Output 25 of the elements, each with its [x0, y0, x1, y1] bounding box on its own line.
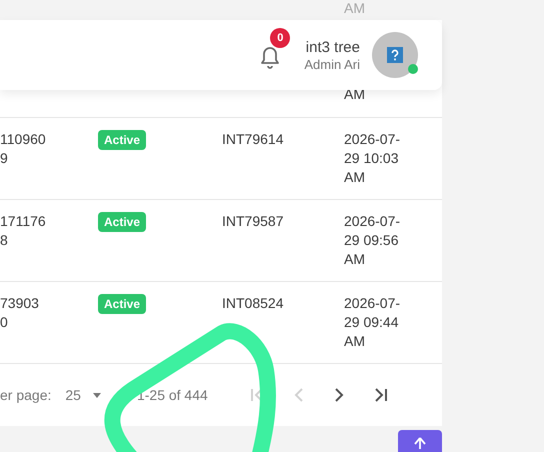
caret-icon	[92, 392, 101, 398]
table-cell: 110960 9	[0, 131, 46, 166]
time-text: AM	[344, 1, 365, 15]
rows-per-page-select[interactable]: 25	[65, 387, 81, 403]
rows-per-page-label: er page:	[0, 387, 52, 403]
table-cell: 171176 8	[0, 213, 46, 248]
placeholder-image-icon	[387, 47, 403, 63]
table-cell-text: 2026-07-29 09:56 AM	[344, 212, 402, 269]
table-cell: 73903 0	[0, 295, 39, 330]
status-badge: Active	[98, 212, 146, 232]
user-role: Admin Ari	[304, 56, 360, 72]
table-cell: AM	[344, 85, 365, 104]
table-cell: INT79614	[222, 131, 284, 147]
avatar[interactable]	[372, 32, 418, 78]
last-page-icon[interactable]	[374, 387, 388, 403]
notification-badge: 0	[270, 28, 290, 48]
next-page-icon[interactable]	[334, 387, 344, 403]
table-cell-text: 2026-07-29 09:44 AM	[344, 294, 402, 351]
user-name: int3 tree	[306, 38, 360, 56]
status-badge: Active	[98, 130, 146, 150]
table-cell: INT08524	[222, 295, 284, 311]
table-cell-text: 2026-07-29 10:03 AM	[344, 130, 402, 187]
table-cell: INT79587	[222, 213, 284, 229]
status-badge: Active	[98, 294, 146, 314]
arrow-up-icon	[413, 437, 427, 449]
